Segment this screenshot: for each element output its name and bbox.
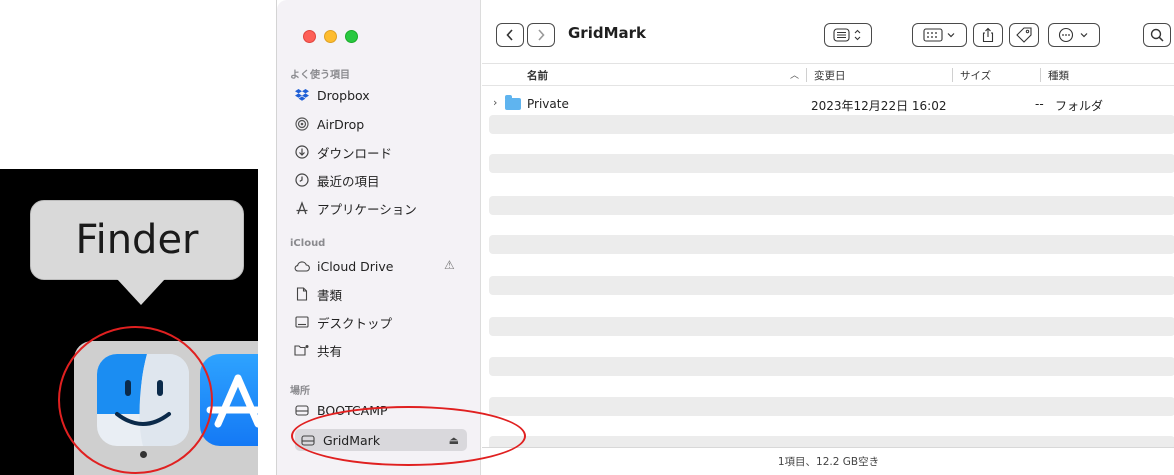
empty-row <box>489 397 1174 416</box>
search-icon <box>1150 28 1164 42</box>
sidebar-heading-locations: 場所 <box>290 386 310 397</box>
sidebar-item-shared[interactable]: 共有 <box>293 339 342 361</box>
ellipsis-circle-icon <box>1058 27 1088 43</box>
dock-tooltip: Finder <box>30 200 244 280</box>
disclosure-triangle-icon[interactable]: › <box>493 96 497 109</box>
sort-ascending-icon: ︿ <box>790 71 800 81</box>
tag-button[interactable] <box>1009 23 1039 47</box>
file-date: 2023年12月22日 16:02 <box>811 99 947 113</box>
sidebar-item-recents[interactable]: 最近の項目 <box>293 169 380 191</box>
table-row[interactable]: › Private 2023年12月22日 16:02 -- フォルダ <box>489 95 1174 114</box>
highlight-circle <box>58 326 213 474</box>
sidebar-item-label: デスクトップ <box>317 315 393 331</box>
sidebar: よく使う項目 Dropbox AirDrop ダウンロード 最近の項目 アプリケ… <box>277 0 481 475</box>
empty-row <box>489 317 1174 336</box>
status-text: 1項目、12.2 GB空き <box>777 456 880 468</box>
empty-row <box>489 196 1174 215</box>
applications-icon <box>293 201 311 215</box>
empty-row <box>489 235 1174 254</box>
dock-panel: Finder <box>0 169 258 475</box>
group-button[interactable] <box>912 23 967 47</box>
minimize-button[interactable] <box>324 30 337 43</box>
sidebar-item-label: 書類 <box>317 287 343 303</box>
more-actions-button[interactable] <box>1048 23 1100 47</box>
screenshot: Finder よく使う項目 Dropbox AirDrop ダウンロード 最近の… <box>0 0 1174 475</box>
column-header-size[interactable]: サイズ <box>960 68 991 83</box>
cloud-icon <box>293 260 311 272</box>
view-options-button[interactable] <box>824 23 872 47</box>
sidebar-item-airdrop[interactable]: AirDrop <box>293 113 364 135</box>
empty-row <box>489 115 1174 134</box>
back-button[interactable] <box>496 23 524 47</box>
folder-icon <box>505 95 521 110</box>
desktop-icon <box>293 316 311 328</box>
share-icon <box>982 27 994 43</box>
drive-icon <box>293 404 311 416</box>
sidebar-heading-icloud: iCloud <box>290 238 326 249</box>
sidebar-item-label: ダウンロード <box>317 145 393 161</box>
empty-row <box>489 154 1174 173</box>
sidebar-item-desktop[interactable]: デスクトップ <box>293 311 392 333</box>
document-icon <box>293 287 311 301</box>
share-button[interactable] <box>973 23 1003 47</box>
search-button[interactable] <box>1143 23 1171 47</box>
warning-icon[interactable]: ⚠ <box>444 258 455 272</box>
zoom-button[interactable] <box>345 30 358 43</box>
column-divider <box>806 68 807 82</box>
chevron-right-icon <box>538 29 545 41</box>
sidebar-item-dropbox[interactable]: Dropbox <box>293 84 370 106</box>
sidebar-heading-favorites: よく使う項目 <box>290 70 350 81</box>
group-icon <box>922 28 954 42</box>
sidebar-item-documents[interactable]: 書類 <box>293 283 342 305</box>
column-header-name[interactable]: 名前 <box>527 68 548 83</box>
download-icon <box>293 145 311 159</box>
sidebar-item-label: 共有 <box>317 343 343 359</box>
column-header-date[interactable]: 変更日 <box>814 68 846 83</box>
column-header-kind[interactable]: 種類 <box>1048 68 1069 83</box>
file-name: Private <box>527 97 569 111</box>
highlight-oval <box>291 406 526 466</box>
clock-icon <box>293 173 311 187</box>
file-kind: フォルダ <box>1055 99 1104 113</box>
column-divider <box>952 68 953 82</box>
forward-button[interactable] <box>527 23 555 47</box>
column-header-row: 名前 ︿ 変更日 サイズ 種類 <box>482 64 1174 86</box>
airdrop-icon <box>293 117 311 131</box>
sidebar-item-label: AirDrop <box>317 116 365 132</box>
status-bar: 1項目、12.2 GB空き <box>482 447 1174 475</box>
sidebar-item-label: 最近の項目 <box>317 173 380 189</box>
sidebar-item-label: iCloud Drive <box>317 258 394 274</box>
window-title: GridMark <box>568 24 647 42</box>
empty-row <box>489 276 1174 295</box>
shared-folder-icon <box>293 344 311 356</box>
sidebar-item-applications[interactable]: アプリケーション <box>293 197 417 219</box>
chevron-left-icon <box>506 29 513 41</box>
sidebar-item-label: Dropbox <box>317 87 370 103</box>
file-size: -- <box>1035 97 1044 111</box>
toolbar: GridMark <box>482 0 1174 64</box>
tag-icon <box>1016 27 1032 43</box>
empty-row <box>489 357 1174 376</box>
list-view-icon <box>833 28 861 42</box>
sidebar-item-icloud-drive[interactable]: iCloud Drive <box>293 255 393 277</box>
tooltip-arrow <box>117 279 165 305</box>
close-button[interactable] <box>303 30 316 43</box>
finder-window: よく使う項目 Dropbox AirDrop ダウンロード 最近の項目 アプリケ… <box>276 0 1174 475</box>
sidebar-item-downloads[interactable]: ダウンロード <box>293 141 392 163</box>
sidebar-item-label: アプリケーション <box>317 201 417 217</box>
dock-tooltip-label: Finder <box>75 217 199 263</box>
column-divider <box>1040 68 1041 82</box>
dropbox-icon <box>293 89 311 101</box>
